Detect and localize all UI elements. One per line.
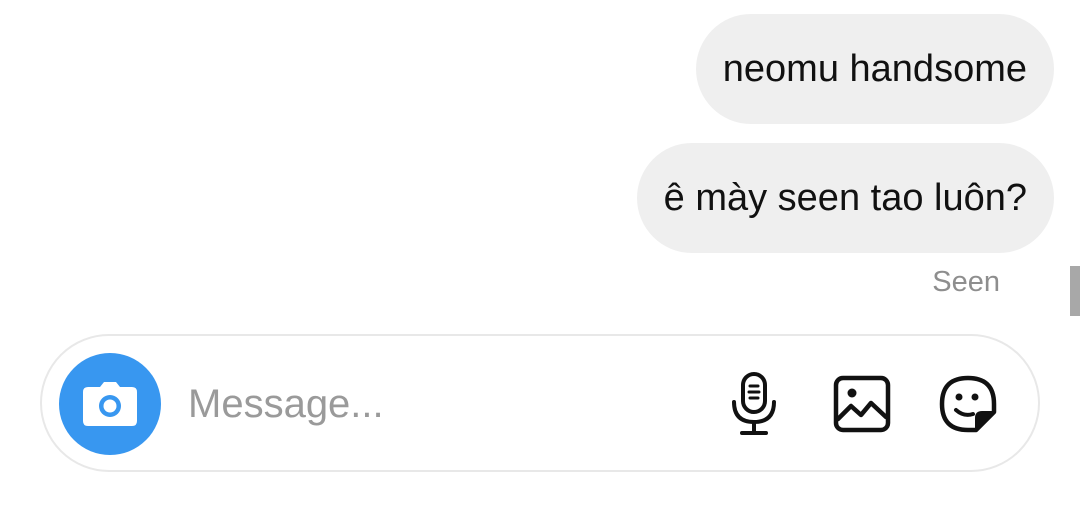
voice-message-button[interactable] xyxy=(722,372,786,436)
sticker-button[interactable] xyxy=(936,372,1000,436)
seen-status: Seen xyxy=(932,266,1000,298)
camera-icon xyxy=(83,382,137,426)
image-icon xyxy=(833,375,891,433)
message-bubble[interactable]: neomu handsome xyxy=(695,14,1054,124)
message-bubble[interactable]: ê mày seen tao luôn? xyxy=(636,143,1054,253)
message-text: ê mày seen tao luôn? xyxy=(663,176,1027,219)
gallery-button[interactable] xyxy=(830,372,894,436)
microphone-icon xyxy=(732,372,776,435)
sticker-icon xyxy=(939,375,997,433)
message-thread: neomu handsome ê mày seen tao luôn? Seen xyxy=(0,0,1080,320)
message-composer xyxy=(40,334,1040,472)
message-input[interactable] xyxy=(188,374,688,434)
camera-button[interactable] xyxy=(59,353,161,455)
scrollbar[interactable] xyxy=(1070,266,1080,316)
message-text: neomu handsome xyxy=(722,47,1027,90)
